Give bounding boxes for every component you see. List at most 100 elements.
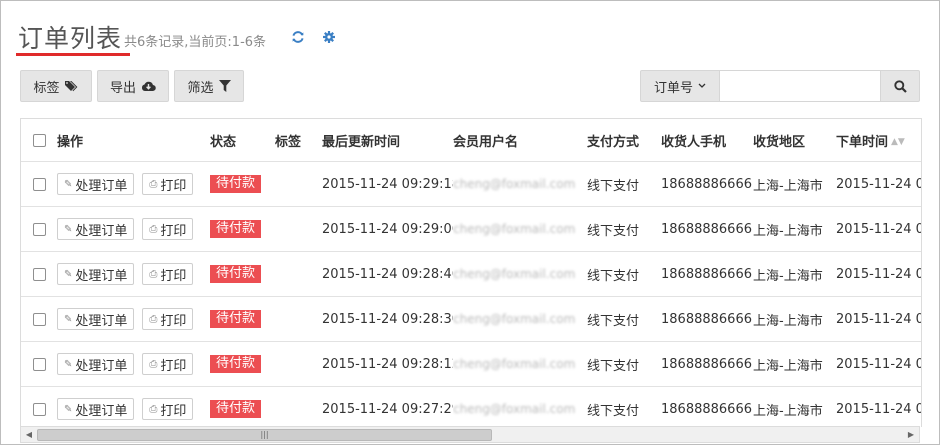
table-row: ✎ 处理订单 ⎙ 打印 待付款 2015-11-24 09:28:46 cheng@foxm… <box>21 251 921 297</box>
search-icon <box>893 79 907 93</box>
row-username: cheng@foxmail.com <box>453 266 576 281</box>
gear-icon[interactable] <box>322 30 336 44</box>
process-order-label: 处理订单 <box>75 223 128 239</box>
export-button[interactable]: 导出 <box>97 70 169 102</box>
row-order-time: 2015-11-24 09 <box>836 341 921 387</box>
process-order-label: 处理订单 <box>75 178 128 194</box>
horizontal-scrollbar[interactable]: ◀ ||| ▶ <box>20 426 920 443</box>
scrollbar-thumb[interactable]: ||| <box>37 429 492 441</box>
row-ops-cell: ✎ 处理订单 ⎙ 打印 <box>57 206 210 252</box>
process-order-button[interactable]: ✎ 处理订单 <box>57 263 135 285</box>
row-ops-cell: ✎ 处理订单 ⎙ 打印 <box>57 296 210 342</box>
row-region: 上海-上海市 <box>753 296 836 342</box>
title-area: 订单列表 共6条记录,当前页:1-6条 <box>18 20 266 54</box>
row-username: cheng@foxmail.com <box>453 356 576 371</box>
filter-button[interactable]: 筛选 <box>174 70 244 102</box>
row-updated-time: 2015-11-24 09:29:18 <box>322 161 453 207</box>
process-order-button[interactable]: ✎ 处理订单 <box>57 218 135 240</box>
row-phone: 18688886666 <box>661 161 753 207</box>
print-button[interactable]: ⎙ 打印 <box>142 263 194 285</box>
row-ops-cell: ✎ 处理订单 ⎙ 打印 <box>57 251 210 297</box>
row-checkbox[interactable] <box>32 312 46 326</box>
status-badge: 待付款 <box>210 175 262 193</box>
chevron-down-icon <box>698 83 706 88</box>
title-underline <box>16 53 130 56</box>
scroll-left-arrow-icon[interactable]: ◀ <box>21 427 37 442</box>
row-select-cell <box>21 386 57 427</box>
filter-icon <box>218 80 231 92</box>
filter-button-label: 筛选 <box>187 80 214 96</box>
table-row: ✎ 处理订单 ⎙ 打印 待付款 2015-11-24 09:29:18 cheng@foxm… <box>21 161 921 207</box>
refresh-icon[interactable] <box>291 30 305 44</box>
header-updated: 最后更新时间 <box>322 119 453 162</box>
print-label: 打印 <box>160 178 187 194</box>
sort-icon: ▲▼ <box>891 137 905 147</box>
select-all-checkbox[interactable] <box>32 133 46 147</box>
row-user-cell: cheng@foxmail.com <box>453 251 587 297</box>
row-select-cell <box>21 341 57 387</box>
status-badge: 待付款 <box>210 400 262 418</box>
row-updated-time: 2015-11-24 09:28:46 <box>322 251 453 297</box>
row-checkbox[interactable] <box>32 267 46 281</box>
scroll-right-arrow-icon[interactable]: ▶ <box>903 427 919 442</box>
row-checkbox[interactable] <box>32 222 46 236</box>
print-label: 打印 <box>160 223 187 239</box>
edit-icon: ✎ <box>64 268 73 280</box>
search-button[interactable] <box>880 70 920 102</box>
select-all-cell <box>21 119 57 162</box>
row-user-cell: cheng@foxmail.com <box>453 386 587 427</box>
row-user-cell: cheng@foxmail.com <box>453 296 587 342</box>
tags-button-label: 标签 <box>33 80 60 96</box>
row-phone: 18688886666 <box>661 251 753 297</box>
row-ops-cell: ✎ 处理订单 ⎙ 打印 <box>57 161 210 207</box>
search-input[interactable] <box>720 70 880 102</box>
row-username: cheng@foxmail.com <box>453 221 576 236</box>
status-badge: 待付款 <box>210 310 262 328</box>
row-username: cheng@foxmail.com <box>453 401 576 416</box>
process-order-button[interactable]: ✎ 处理订单 <box>57 353 135 375</box>
row-checkbox[interactable] <box>32 357 46 371</box>
row-checkbox[interactable] <box>32 177 46 191</box>
process-order-button[interactable]: ✎ 处理订单 <box>57 173 135 195</box>
edit-icon: ✎ <box>64 178 73 190</box>
row-select-cell <box>21 206 57 252</box>
row-checkbox[interactable] <box>32 402 46 416</box>
row-order-time: 2015-11-24 09 <box>836 206 921 252</box>
row-payment-method: 线下支付 <box>587 251 661 297</box>
tags-button[interactable]: 标签 <box>20 70 92 102</box>
row-region: 上海-上海市 <box>753 206 836 252</box>
table-row: ✎ 处理订单 ⎙ 打印 待付款 2015-11-24 09:29:06 cheng@foxm… <box>21 206 921 252</box>
print-label: 打印 <box>160 268 187 284</box>
header-order-time[interactable]: 下单时间 ▲▼ <box>836 119 921 162</box>
row-phone: 18688886666 <box>661 296 753 342</box>
row-updated-time: 2015-11-24 09:27:29 <box>322 386 453 427</box>
process-order-button[interactable]: ✎ 处理订单 <box>57 398 135 420</box>
row-payment-method: 线下支付 <box>587 206 661 252</box>
page-title: 订单列表 <box>18 24 123 53</box>
row-ops-cell: ✎ 处理订单 ⎙ 打印 <box>57 386 210 427</box>
edit-icon: ✎ <box>64 403 73 415</box>
row-select-cell <box>21 296 57 342</box>
print-button[interactable]: ⎙ 打印 <box>142 398 194 420</box>
header-status: 状态 <box>210 119 275 162</box>
header-region: 收货地区 <box>753 119 836 162</box>
edit-icon: ✎ <box>64 313 73 325</box>
process-order-button[interactable]: ✎ 处理订单 <box>57 308 135 330</box>
table-header-row: 操作 状态 标签 最后更新时间 会员用户名 支付方式 收货人手机 收货地区 下单… <box>21 119 921 162</box>
row-ops-cell: ✎ 处理订单 ⎙ 打印 <box>57 341 210 387</box>
search-field-select[interactable]: 订单号 <box>640 70 720 102</box>
header-ops: 操作 <box>57 119 210 162</box>
print-button[interactable]: ⎙ 打印 <box>142 308 194 330</box>
print-button[interactable]: ⎙ 打印 <box>142 218 194 240</box>
row-region: 上海-上海市 <box>753 341 836 387</box>
process-order-label: 处理订单 <box>75 268 128 284</box>
print-label: 打印 <box>160 358 187 374</box>
print-label: 打印 <box>160 403 187 419</box>
print-button[interactable]: ⎙ 打印 <box>142 353 194 375</box>
status-badge: 待付款 <box>210 355 262 373</box>
print-button[interactable]: ⎙ 打印 <box>142 173 194 195</box>
row-updated-time: 2015-11-24 09:28:30 <box>322 296 453 342</box>
row-order-time: 2015-11-24 09 <box>836 161 921 207</box>
row-tags <box>275 206 322 252</box>
row-payment-method: 线下支付 <box>587 296 661 342</box>
